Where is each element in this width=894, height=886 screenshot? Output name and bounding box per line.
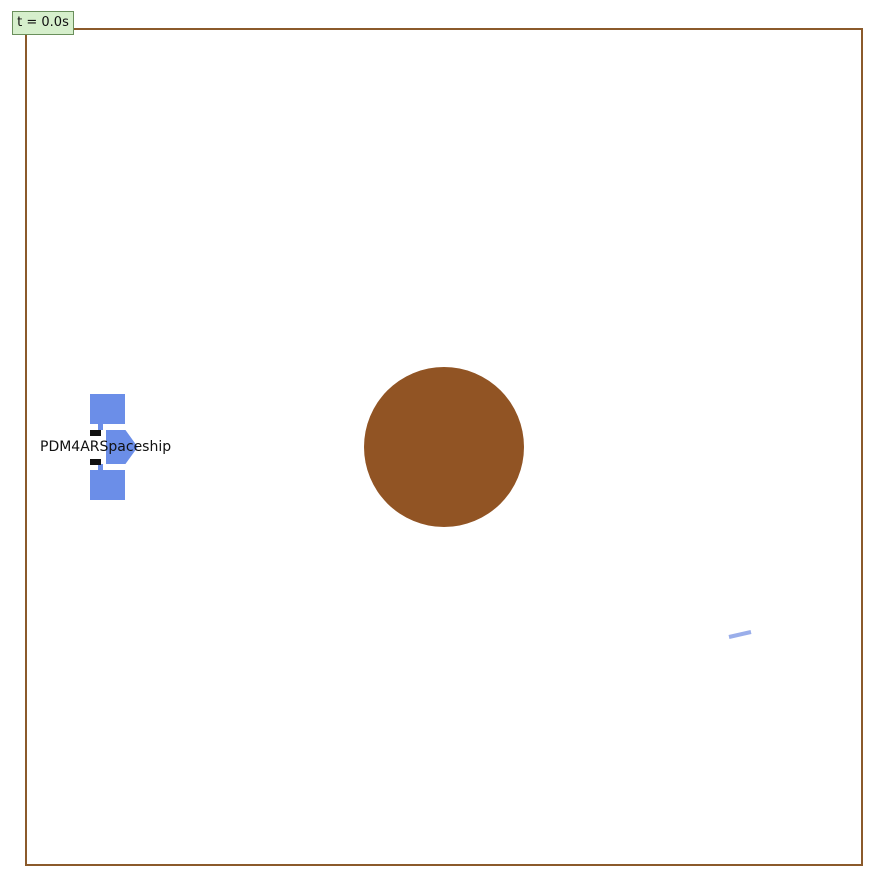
simulation-canvas: PDM4ARSpaceship — [25, 28, 863, 866]
spaceship-upper-panel — [90, 394, 125, 424]
time-badge: t = 0.0s — [12, 11, 74, 35]
spaceship-lower-panel — [90, 470, 125, 500]
spaceship-upper-strut — [98, 424, 103, 430]
spaceship-upper-thruster — [90, 430, 101, 436]
goal-marker — [728, 630, 752, 639]
spaceship: PDM4ARSpaceship — [40, 394, 171, 500]
planet-obstacle — [364, 367, 524, 527]
spaceship-label: PDM4ARSpaceship — [40, 439, 171, 455]
spaceship-lower-thruster — [90, 459, 101, 465]
